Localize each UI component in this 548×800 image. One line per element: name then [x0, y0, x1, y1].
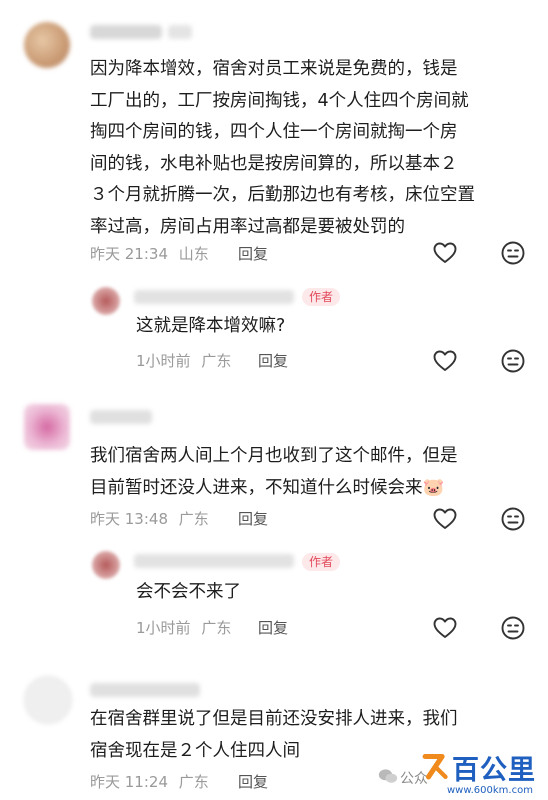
heart-icon[interactable] [432, 348, 458, 374]
brand-name: 百公里 [452, 755, 536, 786]
reply-time: 1小时前 [136, 619, 191, 637]
comment-line: 率过高，房间占用率过高都是要被处罚的 [90, 216, 405, 237]
comment-line: 掏四个房间的钱，四个人住一个房间就掏一个房 [90, 122, 458, 142]
reply-text: 这就是降本增效嘛? [136, 316, 286, 336]
comment-line: 宿舍现在是２个人住四人间 [90, 740, 300, 761]
comment-meta: 昨天 21:34 山东 [90, 243, 209, 264]
brand-url: www.600km.com [447, 785, 533, 796]
reply-location: 广东 [201, 352, 232, 370]
comment-text: 在宿舍群里说了但是目前还没安排人进来，我们 宿舍现在是２个人住四人间 [90, 704, 458, 767]
dislike-face-icon[interactable] [500, 240, 526, 266]
dislike-face-icon[interactable] [500, 506, 526, 532]
comment-text: 我们宿舍两人间上个月也收到了这个邮件，但是 目前暂时还没人进来，不知道什么时候会… [90, 441, 458, 504]
comment-line: 工厂出的，工厂按房间掏钱，4个人住四个房间就 [90, 90, 469, 111]
brand-logo-mark [422, 753, 448, 780]
comment-line: 因为降本增效，宿舍对员工来说是免费的，钱是 [90, 59, 458, 79]
avatar[interactable] [92, 287, 120, 315]
reply-time: 1小时前 [136, 352, 191, 370]
comment-time: 昨天 13:48 [90, 510, 168, 528]
comment-location: 广东 [178, 773, 209, 791]
reply-meta: 1小时前 广东 [136, 617, 231, 638]
reply-button[interactable]: 回复 [238, 243, 268, 264]
dislike-face-icon[interactable] [500, 615, 526, 641]
reply-button[interactable]: 回复 [258, 350, 288, 371]
comment-line: 间的钱，水电补贴也是按房间算的，所以基本２ [90, 153, 458, 174]
comment-line: 在宿舍群里说了但是目前还没安排人进来，我们 [90, 709, 458, 729]
comment-location: 广东 [178, 510, 209, 528]
heart-icon[interactable] [432, 506, 458, 532]
comment-line: ３个月就折腾一次，后勤那边也有考核，床位空置 [90, 185, 475, 205]
comment-time: 昨天 21:34 [90, 245, 168, 263]
reply-button[interactable]: 回复 [238, 508, 268, 529]
dislike-face-icon[interactable] [500, 348, 526, 374]
heart-icon[interactable] [432, 615, 458, 641]
comment-line: 我们宿舍两人间上个月也收到了这个邮件，但是 [90, 446, 458, 466]
username-blurred[interactable] [134, 554, 294, 568]
author-tag: 作者 [302, 288, 341, 306]
username-blurred-2 [168, 25, 192, 39]
reply-text: 会不会不来了 [136, 582, 241, 602]
reply-button[interactable]: 回复 [238, 771, 268, 792]
avatar[interactable] [24, 676, 72, 724]
username-blurred[interactable] [90, 25, 162, 39]
comment-meta: 昨天 11:24 广东 [90, 771, 209, 792]
username-blurred[interactable] [90, 683, 200, 697]
comment-location: 山东 [178, 245, 209, 263]
heart-icon[interactable] [432, 240, 458, 266]
avatar[interactable] [92, 551, 120, 579]
comment-time: 昨天 11:24 [90, 773, 168, 791]
comment-meta: 昨天 13:48 广东 [90, 508, 209, 529]
reply-button[interactable]: 回复 [258, 617, 288, 638]
username-blurred[interactable] [134, 290, 294, 304]
avatar[interactable] [24, 22, 70, 68]
comment-line: 目前暂时还没人进来，不知道什么时候会来🐷 [90, 477, 445, 498]
wechat-icon [378, 769, 398, 783]
username-blurred[interactable] [90, 410, 152, 424]
author-tag: 作者 [302, 553, 341, 571]
comment-text: 因为降本增效，宿舍对员工来说是免费的，钱是 工厂出的，工厂按房间掏钱，4个人住四… [90, 54, 475, 243]
avatar[interactable] [24, 404, 70, 450]
reply-meta: 1小时前 广东 [136, 350, 231, 371]
reply-location: 广东 [201, 619, 232, 637]
